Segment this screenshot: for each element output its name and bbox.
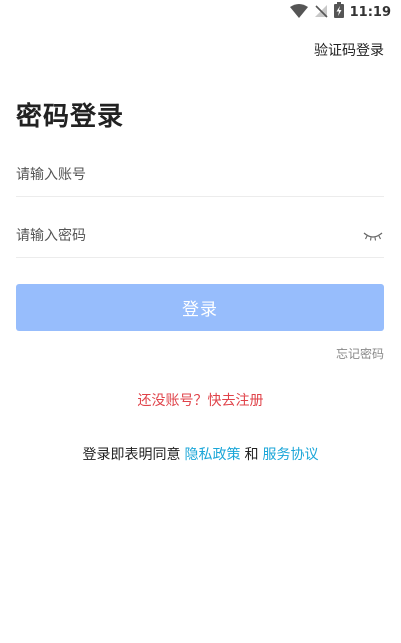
battery-charging-icon [333,2,344,22]
signal-off-icon [314,3,328,22]
status-time: 11:19 [349,4,391,20]
sms-code-login-link[interactable]: 验证码登录 [314,40,384,60]
status-icons: 11:19 [289,2,391,22]
service-agreement-link[interactable]: 服务协议 [263,447,319,463]
agreement-prefix: 登录即表明同意 [82,447,181,463]
password-input[interactable] [16,221,362,251]
forgot-password-link[interactable]: 忘记密码 [336,345,384,362]
account-field [16,154,384,197]
page-title: 密码登录 [16,102,125,132]
agreement-text: 登录即表明同意 隐私政策和服务协议 [0,444,401,464]
wifi-icon [289,3,308,22]
register-link[interactable]: 还没账号？快去注册 [0,390,401,410]
login-screen: 11:19 验证码登录 密码登录 登录 忘记密码 还没账号？快去注册 登录即表明… [0,0,401,643]
agreement-conjunction: 和 [244,447,259,463]
eye-closed-icon[interactable] [362,229,384,243]
privacy-policy-link[interactable]: 隐私政策 [185,447,241,463]
status-bar: 11:19 [0,0,401,24]
login-button[interactable]: 登录 [16,284,384,331]
password-field [16,215,384,258]
account-input[interactable] [16,160,384,190]
